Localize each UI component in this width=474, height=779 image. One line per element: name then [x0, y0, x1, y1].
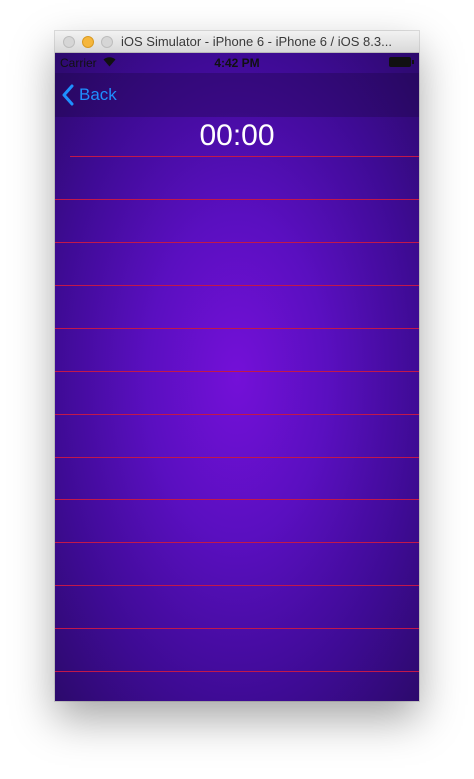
back-label: Back: [79, 85, 117, 104]
row-separator: [55, 199, 419, 200]
row-separator: [55, 414, 419, 415]
zoom-window-button[interactable]: [101, 36, 113, 48]
simulator-window: iOS Simulator - iPhone 6 - iPhone 6 / iO…: [55, 31, 419, 701]
window-titlebar[interactable]: iOS Simulator - iPhone 6 - iPhone 6 / iO…: [55, 31, 419, 53]
status-time: 4:42 PM: [214, 56, 260, 70]
back-button[interactable]: Back: [61, 81, 117, 109]
window-title: iOS Simulator - iPhone 6 - iPhone 6 / iO…: [121, 34, 392, 49]
row-separator: [55, 371, 419, 372]
row-separator: [55, 585, 419, 586]
minimize-window-button[interactable]: [82, 36, 94, 48]
battery-icon: [389, 57, 414, 67]
row-separator: [55, 328, 419, 329]
timer-display: 00:00: [199, 119, 275, 152]
row-separator: [55, 628, 419, 629]
close-window-button[interactable]: [63, 36, 75, 48]
row-separator: [55, 242, 419, 243]
row-separator: [55, 457, 419, 458]
row-separator: [70, 156, 419, 157]
navigation-bar: Back: [55, 73, 419, 117]
row-separator: [55, 542, 419, 543]
row-separator: [55, 499, 419, 500]
row-separator: [55, 285, 419, 286]
row-separator: [55, 671, 419, 672]
chevron-left-icon: [62, 84, 74, 106]
device-screen: Carrier 4:42 PM Back 00:00: [55, 53, 419, 701]
status-bar: Carrier 4:42 PM: [55, 53, 419, 73]
